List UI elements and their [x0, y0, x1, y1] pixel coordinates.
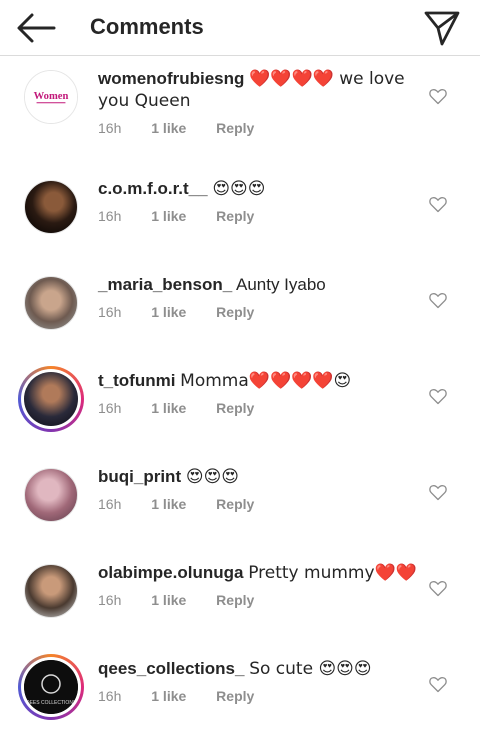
comment-time: 16h: [98, 304, 122, 320]
heart-icon[interactable]: [428, 386, 448, 406]
comment-time: 16h: [98, 208, 122, 224]
comment-item: olabimpe.olunuga Pretty mummy❤️❤️ 16h 1 …: [0, 550, 480, 646]
comment-likes[interactable]: 1 like: [151, 496, 186, 512]
comment-likes[interactable]: 1 like: [151, 120, 186, 136]
avatar[interactable]: [24, 276, 78, 330]
comment-meta: 16h 1 like Reply: [98, 304, 280, 320]
avatar[interactable]: QEES COLLECTIONS: [18, 654, 84, 720]
comment-time: 16h: [98, 688, 122, 704]
avatar[interactable]: Women: [24, 70, 78, 124]
reply-button[interactable]: Reply: [216, 400, 254, 416]
svg-text:QEES COLLECTIONS: QEES COLLECTIONS: [26, 700, 77, 706]
reply-button[interactable]: Reply: [216, 496, 254, 512]
comment-username[interactable]: olabimpe.olunuga: [98, 563, 243, 582]
comment-meta: 16h 1 like Reply: [98, 688, 280, 704]
avatar[interactable]: [24, 468, 78, 522]
comment-likes[interactable]: 1 like: [151, 592, 186, 608]
arrow-left-icon: [17, 13, 56, 43]
reply-button[interactable]: Reply: [216, 592, 254, 608]
comment-text-line: _maria_benson_ Aunty Iyabo: [98, 274, 420, 296]
comment-body: Pretty mummy❤️❤️: [248, 563, 417, 583]
comment-text-line: buqi_print 😍😍😍: [98, 466, 420, 488]
comment-username[interactable]: c.o.m.f.o.r.t__: [98, 179, 208, 198]
comment-meta: 16h 1 like Reply: [98, 120, 280, 136]
comment-username[interactable]: t_tofunmi: [98, 371, 175, 390]
comment-likes[interactable]: 1 like: [151, 304, 186, 320]
svg-text:Women: Women: [34, 91, 69, 102]
comment-item: _maria_benson_ Aunty Iyabo 16h 1 like Re…: [0, 262, 480, 358]
reply-button[interactable]: Reply: [216, 120, 254, 136]
share-button[interactable]: [422, 8, 462, 48]
comment-text-line: t_tofunmi Momma❤️❤️❤️❤️😍: [98, 370, 420, 392]
comment-item: Women womenofrubiesng ❤️❤️❤️❤️ we love y…: [0, 56, 480, 152]
comment-meta: 16h 1 like Reply: [98, 400, 280, 416]
comment-meta: 16h 1 like Reply: [98, 208, 280, 224]
avatar[interactable]: [24, 564, 78, 618]
comment-item: buqi_print 😍😍😍 16h 1 like Reply: [0, 454, 480, 550]
comment-body: 😍😍😍: [185, 467, 240, 487]
back-button[interactable]: [14, 10, 58, 46]
comment-body: Momma❤️❤️❤️❤️😍: [180, 371, 352, 391]
comment-time: 16h: [98, 496, 122, 512]
comment-username[interactable]: _maria_benson_: [98, 275, 232, 294]
comment-item: t_tofunmi Momma❤️❤️❤️❤️😍 16h 1 like Repl…: [0, 358, 480, 454]
comment-text-line: olabimpe.olunuga Pretty mummy❤️❤️: [98, 562, 420, 584]
comment-time: 16h: [98, 400, 122, 416]
comment-username[interactable]: womenofrubiesng: [98, 69, 244, 88]
comment-text-line: qees_collections_ So cute 😍😍😍: [98, 658, 420, 680]
page-title: Comments: [90, 14, 204, 39]
heart-icon[interactable]: [428, 578, 448, 598]
comment-username[interactable]: qees_collections_: [98, 659, 244, 678]
header-bar: Comments: [0, 0, 480, 56]
comment-text-line: c.o.m.f.o.r.t__ 😍😍😍: [98, 178, 420, 200]
avatar[interactable]: [18, 366, 84, 432]
avatar[interactable]: [24, 180, 78, 234]
comment-body: Aunty Iyabo: [235, 275, 326, 294]
heart-icon[interactable]: [428, 482, 448, 502]
comment-body: So cute 😍😍😍: [249, 659, 372, 679]
heart-icon[interactable]: [428, 194, 448, 214]
comment-meta: 16h 1 like Reply: [98, 592, 280, 608]
qees-logo-icon: QEES COLLECTIONS: [24, 660, 78, 714]
comment-meta: 16h 1 like Reply: [98, 496, 280, 512]
comment-time: 16h: [98, 592, 122, 608]
paper-plane-icon: [424, 11, 460, 46]
comment-username[interactable]: buqi_print: [98, 467, 181, 486]
comment-body: 😍😍😍: [212, 179, 266, 199]
comment-likes[interactable]: 1 like: [151, 208, 186, 224]
reply-button[interactable]: Reply: [216, 208, 254, 224]
heart-icon[interactable]: [428, 86, 448, 106]
comment-item: QEES COLLECTIONS qees_collections_ So cu…: [0, 646, 480, 742]
heart-icon[interactable]: [428, 674, 448, 694]
womenofrubies-logo-icon: Women: [25, 71, 77, 123]
comment-item: c.o.m.f.o.r.t__ 😍😍😍 16h 1 like Reply: [0, 166, 480, 262]
reply-button[interactable]: Reply: [216, 304, 254, 320]
reply-button[interactable]: Reply: [216, 688, 254, 704]
heart-icon[interactable]: [428, 290, 448, 310]
comment-time: 16h: [98, 120, 122, 136]
comment-likes[interactable]: 1 like: [151, 688, 186, 704]
comment-likes[interactable]: 1 like: [151, 400, 186, 416]
comment-text-line: womenofrubiesng ❤️❤️❤️❤️ we love you Que…: [98, 68, 420, 112]
